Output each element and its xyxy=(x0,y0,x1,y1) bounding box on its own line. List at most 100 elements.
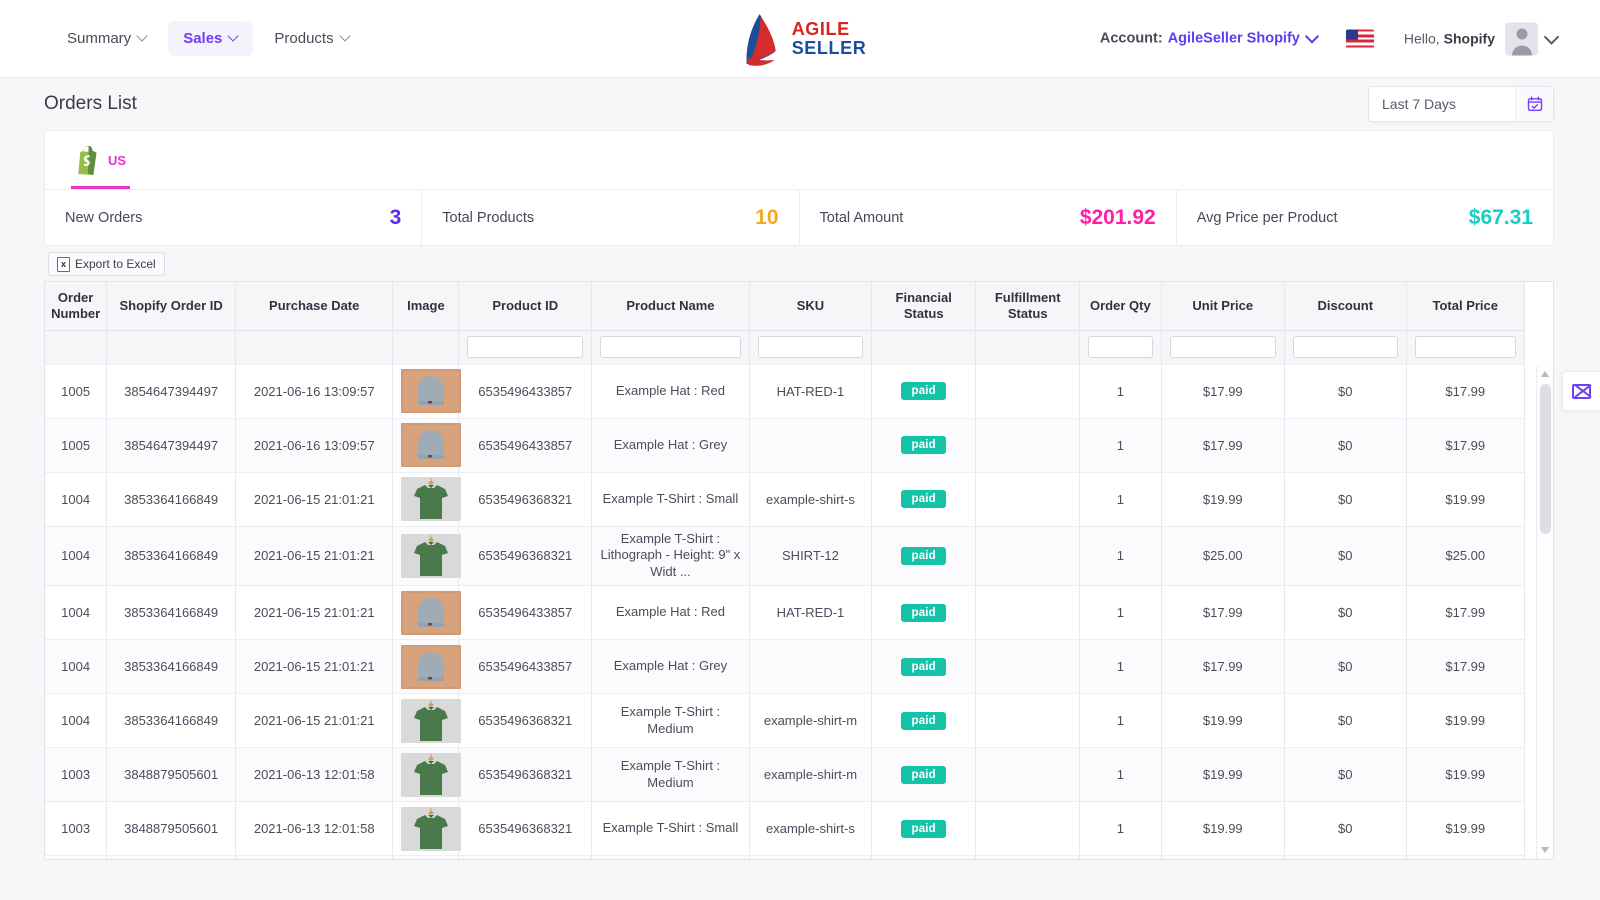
cell-shopify_order_id: 3853364166849 xyxy=(106,639,236,695)
column-header-unit_price[interactable]: Unit Price xyxy=(1161,282,1286,331)
cell-financial_status: paid xyxy=(871,855,977,859)
table-row[interactable]: 100338488795056012021-06-13 12:01:58 653… xyxy=(45,801,1526,857)
cell-sku: example-shirt-m xyxy=(749,693,873,749)
support-mail-tab[interactable] xyxy=(1562,371,1600,411)
cell-order_qty: 1 xyxy=(1079,747,1162,803)
kpi-label: Total Products xyxy=(442,209,535,226)
table-row[interactable]: 1004 3853364166849 2021-06-15 21:01:21 653… xyxy=(45,526,1526,587)
column-header-product_id[interactable]: Product ID xyxy=(458,282,593,331)
cell-sku: SHIRT-12 xyxy=(749,855,873,859)
filter-cell-product_id[interactable] xyxy=(458,330,593,365)
product-thumbnail-shirt xyxy=(401,806,462,851)
cell-purchase_date: 2021-06-16 13:09:57 xyxy=(235,364,394,419)
date-range-picker[interactable]: Last 7 Days xyxy=(1368,86,1554,122)
cell-order_qty: 1 xyxy=(1079,418,1162,473)
cell-discount: $0 xyxy=(1284,801,1407,857)
export-button-label: Export to Excel xyxy=(75,257,156,271)
filter-input-total_price[interactable] xyxy=(1414,336,1516,358)
scrollbar-thumb[interactable] xyxy=(1540,384,1551,534)
table-vertical-scrollbar[interactable] xyxy=(1536,366,1553,859)
table-row[interactable]: 1004 3853364166849 2021-06-15 21:01:21 653… xyxy=(45,472,1526,527)
cell-product_name: Example T-Shirt : Small xyxy=(591,801,750,857)
date-range-input[interactable]: Last 7 Days xyxy=(1369,87,1515,121)
account-selector[interactable]: Account: AgileSeller Shopify xyxy=(1100,31,1318,47)
kpi-value: 10 xyxy=(755,205,779,229)
cell-unit_price: $25.00 xyxy=(1161,855,1286,859)
filter-input-discount[interactable] xyxy=(1293,336,1398,358)
cell-product_id: 6535496433857 xyxy=(458,639,593,695)
filter-input-unit_price[interactable] xyxy=(1169,336,1277,358)
cell-financial_status: paid xyxy=(871,472,977,527)
table-row[interactable]: 1004 3853364166849 2021-06-15 21:01:21 653… xyxy=(45,693,1526,749)
table-row[interactable]: 1004 3853364166849 2021-06-15 21:01:21 653… xyxy=(45,639,1526,695)
cell-unit_price: $17.99 xyxy=(1161,639,1286,695)
cell-financial_status: paid xyxy=(871,747,977,803)
table-row[interactable]: 1005 3854647394497 2021-06-16 13:09:57 653… xyxy=(45,364,1526,419)
filter-cell-total_price[interactable] xyxy=(1406,330,1526,365)
column-header-product_name[interactable]: Product Name xyxy=(591,282,750,331)
cell-purchase_date: 2021-06-15 21:01:21 xyxy=(235,585,394,641)
cell-discount: $0 xyxy=(1284,855,1407,859)
column-header-financial_status[interactable]: Financial Status xyxy=(871,282,977,331)
export-to-excel-button[interactable]: x Export to Excel xyxy=(48,252,165,276)
cell-product_id: 6535496433857 xyxy=(458,364,593,419)
brand-logo[interactable]: AGILE SELLER xyxy=(734,8,867,70)
column-header-fulfillment_status[interactable]: Fulfillment Status xyxy=(975,282,1081,331)
nav-item-summary[interactable]: Summary xyxy=(52,21,162,56)
status-badge: paid xyxy=(901,490,946,508)
cell-shopify_order_id: 3853364166849 xyxy=(106,472,236,527)
column-header-order_number[interactable]: Order Number xyxy=(45,282,108,331)
cell-product_id: 6535496368321 xyxy=(458,693,593,749)
filter-input-order_qty[interactable] xyxy=(1088,336,1153,358)
cell-fulfillment_status xyxy=(975,364,1081,419)
kpi-value: $201.92 xyxy=(1079,205,1156,229)
cell-image xyxy=(392,526,462,587)
us-flag-icon[interactable] xyxy=(1345,29,1374,48)
cell-order_qty: 1 xyxy=(1079,472,1162,527)
nav-item-products[interactable]: Products xyxy=(259,21,364,56)
cell-purchase_date: 2021-06-13 12:01:58 xyxy=(235,801,394,857)
shopify-bag-icon xyxy=(78,145,97,175)
filter-cell-product_name[interactable] xyxy=(591,330,750,365)
status-badge: paid xyxy=(901,603,946,622)
filter-cell-fulfillment_status xyxy=(975,330,1081,365)
cell-product_id: 6535496433857 xyxy=(458,585,593,641)
cell-unit_price: $19.99 xyxy=(1161,801,1286,857)
column-header-discount[interactable]: Discount xyxy=(1284,282,1407,331)
column-header-image[interactable]: Image xyxy=(392,282,460,331)
filter-input-sku[interactable] xyxy=(757,336,864,358)
cell-purchase_date: 2021-06-16 13:09:57 xyxy=(235,418,394,473)
cell-discount: $0 xyxy=(1284,526,1407,587)
cell-image xyxy=(392,747,462,803)
filter-cell-unit_price[interactable] xyxy=(1161,330,1286,365)
top-right-controls: Account: AgileSeller Shopify Hello, Shopi… xyxy=(1100,22,1558,55)
scroll-down-arrow-icon[interactable] xyxy=(1541,847,1550,854)
column-header-order_qty[interactable]: Order Qty xyxy=(1079,282,1162,331)
table-row[interactable]: 100338488795056012021-06-13 12:01:58 653… xyxy=(45,747,1526,803)
filter-cell-order_qty[interactable] xyxy=(1079,330,1162,365)
chevron-down-icon[interactable] xyxy=(1546,32,1558,44)
filter-cell-sku[interactable] xyxy=(749,330,873,365)
store-tab-us[interactable]: US xyxy=(65,131,136,189)
cell-unit_price: $19.99 xyxy=(1161,472,1286,527)
table-row[interactable]: 100338488795056012021-06-13 12:01:58 653… xyxy=(45,855,1526,859)
cell-discount: $0 xyxy=(1284,585,1407,641)
avatar[interactable] xyxy=(1505,22,1538,55)
column-header-shopify_order_id[interactable]: Shopify Order ID xyxy=(106,282,236,331)
column-header-total_price[interactable]: Total Price xyxy=(1406,282,1526,331)
table-row[interactable]: 1005 3854647394497 2021-06-16 13:09:57 653… xyxy=(45,418,1526,473)
cell-sku: example-shirt-s xyxy=(749,801,873,857)
scroll-up-arrow-icon[interactable] xyxy=(1541,371,1550,378)
calendar-icon[interactable] xyxy=(1515,87,1553,121)
filter-input-product_name[interactable] xyxy=(600,336,741,358)
filter-cell-discount[interactable] xyxy=(1284,330,1407,365)
column-header-sku[interactable]: SKU xyxy=(749,282,873,331)
cell-image xyxy=(392,472,462,527)
table-row[interactable]: 1004 3853364166849 2021-06-15 21:01:21 653… xyxy=(45,585,1526,641)
cell-shopify_order_id: 3848879505601 xyxy=(106,855,236,859)
kpi-total-products: Total Products 10 xyxy=(422,190,800,245)
cell-image xyxy=(392,801,462,857)
nav-item-sales[interactable]: Sales xyxy=(168,21,254,56)
filter-input-product_id[interactable] xyxy=(467,336,584,358)
column-header-purchase_date[interactable]: Purchase Date xyxy=(235,282,394,331)
